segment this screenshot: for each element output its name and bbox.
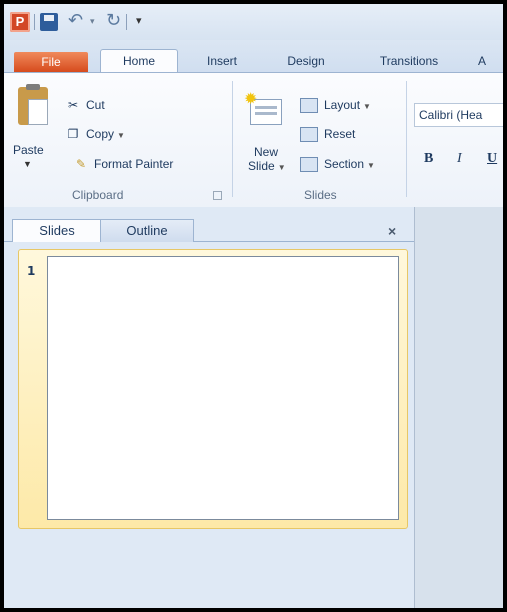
layout-dropdown-icon[interactable]: ▼ — [363, 102, 371, 111]
tab-insert[interactable]: Insert — [192, 50, 252, 72]
paste-dropdown-icon[interactable]: ▼ — [23, 159, 32, 169]
ribbon-tabs: File Home Insert Design Transitions A — [4, 40, 503, 74]
tab-transitions[interactable]: Transitions — [364, 50, 454, 72]
star-icon: ✹ — [244, 91, 258, 108]
paste-button[interactable]: Paste — [13, 143, 44, 157]
close-icon[interactable]: × — [388, 223, 396, 239]
cut-button[interactable]: ✂ Cut — [64, 95, 105, 115]
copy-button[interactable]: ❐ Copy ▼ — [64, 124, 125, 144]
font-name-combobox[interactable]: Calibri (Hea — [414, 103, 503, 127]
tab-animations-partial[interactable]: A — [472, 50, 492, 72]
reset-button[interactable]: Reset — [300, 124, 355, 144]
slide-thumbnail-item[interactable]: 1 — [18, 249, 408, 529]
slide-number: 1 — [27, 264, 36, 278]
tab-file[interactable]: File — [14, 52, 88, 72]
redo-icon[interactable]: ↻ — [106, 10, 121, 30]
quick-access-toolbar: P ↶ ▾ ↻ ▾ — [4, 4, 503, 40]
qat-separator — [34, 14, 35, 30]
slides-group-label: Slides — [304, 188, 337, 202]
cut-label: Cut — [86, 98, 105, 112]
tab-design[interactable]: Design — [274, 50, 338, 72]
new-slide-label-line1: New — [253, 145, 278, 159]
reset-label: Reset — [324, 127, 356, 141]
new-slide-label-line2: Slide ▼ — [248, 159, 286, 173]
clipboard-group-label: Clipboard — [72, 188, 124, 202]
format-painter-label: Format Painter — [94, 157, 174, 171]
section-icon — [300, 157, 318, 173]
section-dropdown-icon[interactable]: ▼ — [367, 161, 375, 170]
copy-icon: ❐ — [67, 127, 79, 141]
clipboard-dialog-launcher-icon[interactable] — [213, 191, 222, 200]
layout-icon — [300, 98, 318, 114]
save-icon[interactable] — [40, 13, 58, 31]
format-painter-button[interactable]: ✎ Format Painter — [72, 154, 173, 174]
tab-slides[interactable]: Slides — [12, 219, 102, 242]
new-slide-icon[interactable]: ✹ — [244, 91, 284, 125]
underline-button[interactable]: U — [487, 151, 497, 167]
powerpoint-window: P ↶ ▾ ↻ ▾ File Home Insert Design Transi… — [4, 4, 503, 608]
section-label: Section — [324, 157, 365, 171]
slide-editing-area[interactable] — [414, 207, 503, 608]
new-slide-button[interactable]: New Slide ▼ — [248, 145, 286, 175]
customize-qat-icon[interactable]: ▾ — [136, 14, 142, 34]
copy-label: Copy — [86, 127, 115, 141]
section-button[interactable]: Section ▼ — [300, 154, 375, 174]
copy-dropdown-icon[interactable]: ▼ — [117, 131, 125, 140]
layout-button[interactable]: Layout ▼ — [300, 95, 371, 115]
undo-dropdown-icon[interactable]: ▾ — [90, 16, 95, 36]
powerpoint-app-icon[interactable]: P — [10, 12, 30, 32]
qat-separator — [126, 14, 127, 30]
ribbon: Paste ▼ ✂ Cut ❐ Copy ▼ ✎ Format Painter Clip… — [4, 72, 503, 209]
brush-icon: ✎ — [75, 157, 87, 171]
scissors-icon: ✂ — [67, 98, 79, 112]
layout-label: Layout — [324, 98, 361, 112]
pane-tabs: Slides Outline × — [4, 213, 414, 242]
slides-outline-pane: Slides Outline × 1 — [4, 207, 414, 608]
group-divider — [406, 81, 407, 197]
reset-icon — [300, 127, 318, 143]
paste-icon[interactable] — [18, 84, 48, 125]
tab-outline[interactable]: Outline — [100, 219, 194, 242]
tab-home[interactable]: Home — [100, 49, 178, 74]
slide-thumbnail[interactable] — [47, 256, 399, 520]
bold-button[interactable]: B — [424, 151, 433, 167]
undo-icon[interactable]: ↶ — [68, 10, 83, 30]
italic-button[interactable]: I — [457, 151, 462, 167]
group-divider — [232, 81, 233, 197]
